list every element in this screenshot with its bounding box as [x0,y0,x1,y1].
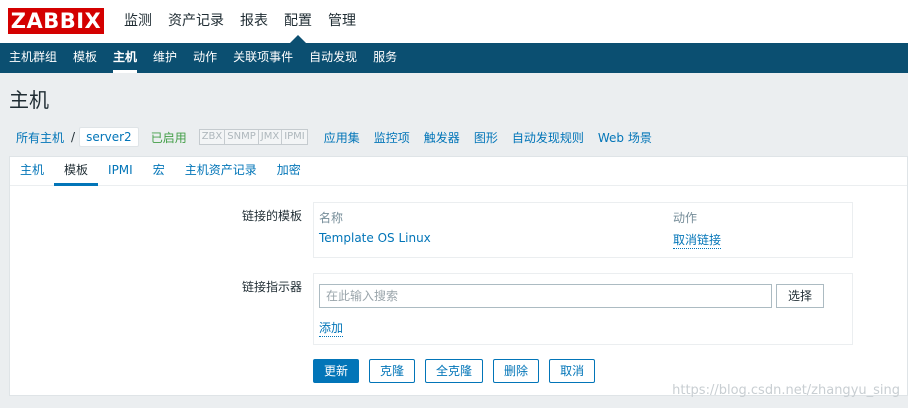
sub-menu-discovery[interactable]: 自动发现 [301,43,365,73]
top-menu-configuration[interactable]: 配置 [276,0,320,43]
sub-menu-services[interactable]: 服务 [365,43,405,73]
sub-menu-hosts[interactable]: 主机 [105,43,145,73]
breadcrumb-separator: / [71,130,76,144]
discovery-rules-link[interactable]: 自动发现规则 [505,129,591,146]
sub-menu-host-groups[interactable]: 主机群组 [1,43,65,73]
tab-host-inventory[interactable]: 主机资产记录 [175,157,267,185]
full-clone-button[interactable]: 全克隆 [425,359,484,383]
unlink-template-link[interactable]: 取消链接 [673,231,722,249]
cancel-button[interactable]: 取消 [549,359,596,383]
zabbix-logo[interactable]: ZABBIX [8,8,104,34]
sub-menu-maintenance[interactable]: 维护 [145,43,185,73]
graphs-link[interactable]: 图形 [467,129,505,146]
availability-zbx: ZBX [198,129,226,145]
tab-host[interactable]: 主机 [10,157,54,185]
top-header: ZABBIX 监测 资产记录 报表 配置 管理 [0,0,908,43]
linked-templates-table: 名称 动作 Template OS Linux 取消链接 [313,202,853,258]
top-menu: 监测 资产记录 报表 配置 管理 [116,0,364,43]
add-template-link[interactable]: 添加 [319,319,344,337]
select-button[interactable]: 选择 [776,284,824,308]
linked-templates-label: 链接的模板 [241,209,302,223]
clone-button[interactable]: 克隆 [369,359,416,383]
link-new-templates-box: 选择 添加 [313,273,853,345]
update-button[interactable]: 更新 [313,359,360,383]
template-search-input[interactable] [319,284,772,308]
top-menu-inventory[interactable]: 资产记录 [160,0,232,43]
tab-ipmi[interactable]: IPMI [98,157,143,185]
items-link[interactable]: 监控项 [367,129,417,146]
web-scenarios-link[interactable]: Web 场景 [591,129,659,146]
sub-menu: 主机群组 模板 主机 维护 动作 关联项事件 自动发现 服务 [0,43,908,73]
availability-jmx: JMX [257,129,283,145]
top-menu-monitoring[interactable]: 监测 [116,0,160,43]
tab-templates[interactable]: 模板 [54,157,99,186]
applications-link[interactable]: 应用集 [317,129,367,146]
triggers-link[interactable]: 触发器 [417,129,467,146]
page-title: 主机 [9,88,49,112]
form-buttons: 更新 克隆 全克隆 删除 取消 [313,359,605,383]
top-menu-reports[interactable]: 报表 [232,0,276,43]
form-tabs: 主机 模板 IPMI 宏 主机资产记录 加密 [10,157,907,186]
sub-menu-event-correlation[interactable]: 关联项事件 [225,43,301,73]
top-menu-administration[interactable]: 管理 [320,0,364,43]
linked-template-name[interactable]: Template OS Linux [319,231,431,245]
sub-menu-templates[interactable]: 模板 [65,43,105,73]
column-header-action: 动作 [673,211,698,225]
all-hosts-link[interactable]: 所有主机 [9,129,71,146]
link-indicator-label: 链接指示器 [241,280,302,294]
tab-encryption[interactable]: 加密 [267,157,311,185]
watermark: https://blog.csdn.net/zhangyu_sing [672,383,900,398]
availability-snmp: SNMP [224,129,259,145]
delete-button[interactable]: 删除 [493,359,540,383]
availability-indicators: ZBX SNMP JMX IPMI [198,129,308,145]
current-host-link[interactable]: server2 [79,127,139,147]
host-status-enabled[interactable]: 已启用 [144,129,194,146]
host-form-panel: 主机 模板 IPMI 宏 主机资产记录 加密 链接的模板 名称 动作 Templ… [9,156,908,396]
sub-menu-actions[interactable]: 动作 [185,43,225,73]
tab-macros[interactable]: 宏 [143,157,175,185]
availability-ipmi: IPMI [281,129,308,145]
host-nav: 所有主机 / server2 已启用 ZBX SNMP JMX IPMI 应用集… [9,126,659,148]
column-header-name: 名称 [319,211,344,225]
